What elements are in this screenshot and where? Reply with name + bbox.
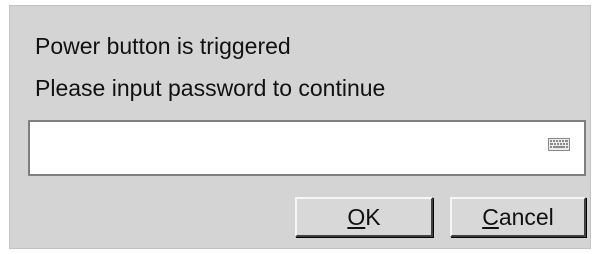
keyboard-icon[interactable]: [548, 138, 570, 151]
message-line-1: Power button is triggered: [35, 33, 291, 59]
power-password-dialog: Power button is triggered Please input p…: [9, 5, 591, 249]
ok-button[interactable]: OK: [295, 197, 433, 237]
cancel-mnemonic: C: [482, 203, 499, 230]
cancel-button[interactable]: Cancel: [450, 197, 586, 237]
cancel-label-rest: ancel: [498, 203, 554, 230]
password-field[interactable]: [28, 120, 586, 176]
message-line-2: Please input password to continue: [35, 75, 386, 101]
password-input[interactable]: [36, 128, 530, 170]
ok-mnemonic: O: [347, 203, 366, 230]
ok-label-rest: K: [365, 203, 381, 230]
